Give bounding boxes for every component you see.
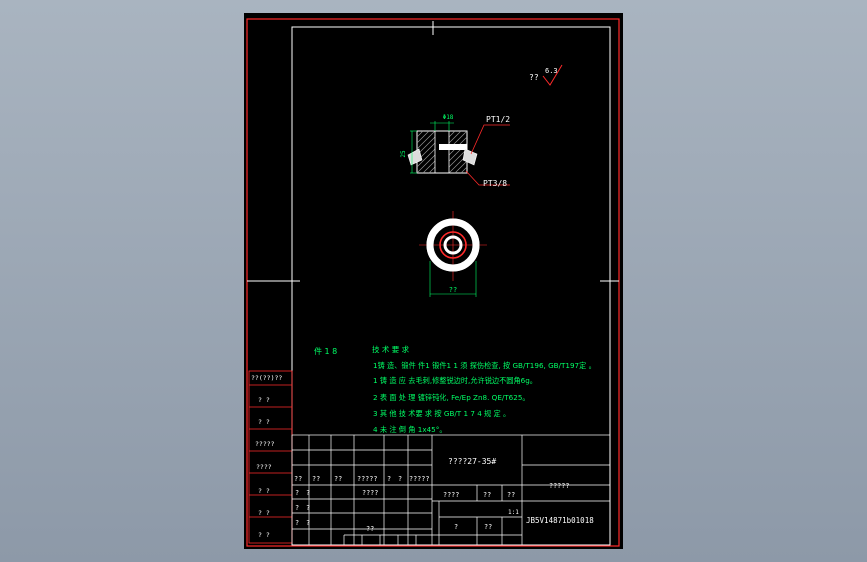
side-block — [248, 370, 293, 544]
dim-top-label: Φ18 — [443, 114, 454, 121]
title-block — [291, 434, 611, 546]
thread-boss-left — [407, 148, 423, 166]
outer-border — [246, 18, 620, 547]
roughness-prefix: ?? — [529, 73, 539, 82]
notes-title: 技 术 要 求 — [372, 344, 410, 354]
note-line: 4 未 注 倒 角 1x45°。 — [373, 425, 447, 434]
tb-cell: ? — [295, 519, 299, 527]
tb-cell: ?? — [366, 525, 374, 533]
cad-drawing: ?? 6.3 Φ18 25 PT1/2 PT3/8 ?? 件 1 8 技 术 要… — [246, 18, 620, 547]
tb-cell: ?? — [484, 523, 492, 531]
tb-cell: ???? — [362, 489, 378, 497]
side-label: ? ? — [258, 487, 270, 495]
tb-cell: ?? — [294, 475, 302, 483]
title-block-text: ????27-35# ????? JB5V14871b01018 ???? ??… — [294, 457, 594, 533]
tb-cell: ? — [387, 475, 391, 483]
note-line: 2 表 面 处 理 镀锌钝化, Fe/Ep Zn8. QE/T625。 — [373, 393, 530, 402]
tb-cell: ? — [306, 519, 310, 527]
tb-cell: ? — [295, 504, 299, 512]
plan-view: ?? — [419, 211, 487, 297]
side-label: ???? — [256, 463, 272, 471]
side-labels: ??(??)?? ? ? ? ? ????? ???? ? ? ? ? ? ? — [251, 374, 282, 539]
dim-height-label: 25 — [400, 150, 407, 158]
company-name: ????? — [549, 482, 569, 490]
dim-bottom-label: ?? — [449, 286, 457, 294]
side-label: ? ? — [258, 531, 270, 539]
tb-cell: ?? — [312, 475, 320, 483]
section-view: Φ18 25 PT1/2 PT3/8 — [400, 114, 510, 188]
drawing-sheet: ?? 6.3 Φ18 25 PT1/2 PT3/8 ?? 件 1 8 技 术 要… — [244, 13, 623, 549]
material: ???? — [443, 491, 459, 499]
side-label: ? ? — [258, 509, 270, 517]
leader-top — [470, 124, 510, 155]
note-line: 1 铸 造 应 去毛刺,修整锐边时,允许锐边不圆角6g。 — [373, 376, 537, 385]
thread-bottom-label: PT3/8 — [483, 179, 507, 188]
side-label: ? ? — [258, 418, 270, 426]
small-cell-a: ?? — [483, 491, 491, 499]
part-name: ????27-35# — [448, 457, 496, 466]
tb-cell: ? — [398, 475, 402, 483]
tb-cell: ????? — [357, 475, 377, 483]
note-line: 1铸 造、锻件 件1 锻件1 1 须 探伤检查, 按 GB/T196, GB/T… — [373, 361, 596, 370]
side-label: ? ? — [258, 396, 270, 404]
tb-cell: ? — [454, 523, 458, 531]
tb-cell: ? — [306, 504, 310, 512]
tb-cell: ? — [295, 489, 299, 497]
technical-notes: 1铸 造、锻件 件1 锻件1 1 须 探伤检查, 按 GB/T196, GB/T… — [373, 361, 596, 434]
small-cell-b: ?? — [507, 491, 515, 499]
tb-cell: ? — [306, 489, 310, 497]
scale-note: 件 1 8 — [314, 346, 337, 356]
roughness-value: 6.3 — [545, 67, 558, 75]
tb-cell: ????? — [409, 475, 429, 483]
cross-port — [439, 144, 467, 150]
scale-cell: 1:1 — [508, 509, 519, 516]
side-label: ??(??)?? — [251, 374, 282, 382]
thread-top-label: PT1/2 — [486, 115, 510, 124]
note-line: 3 其 他 技 术要 求 按 GB/T 1 7 4 规 定 。 — [373, 409, 510, 418]
side-label: ????? — [255, 440, 275, 448]
tb-cell: ?? — [334, 475, 342, 483]
section-body — [416, 130, 468, 174]
drawing-number: JB5V14871b01018 — [526, 516, 594, 525]
